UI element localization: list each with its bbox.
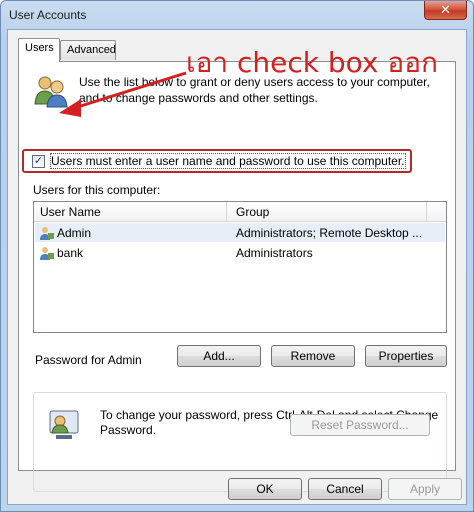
window-title: User Accounts [9,8,87,22]
password-groupbox [33,392,447,492]
tab-advanced[interactable]: Advanced [60,40,116,60]
password-icon [49,410,79,439]
annotation-text: เอา check box ออก [186,46,438,79]
column-separator[interactable] [426,202,427,222]
remove-button[interactable]: Remove [271,345,355,367]
reset-password-button[interactable]: Reset Password... [290,414,430,436]
column-separator[interactable] [226,202,227,222]
group-cell: Administrators [236,246,313,260]
require-password-checkbox[interactable]: ✓ [32,155,45,168]
user-name-cell: Admin [57,226,92,240]
cancel-button[interactable]: Cancel [308,478,382,500]
column-user-name[interactable]: User Name [40,205,101,219]
table-row[interactable]: bank Administrators [35,243,445,262]
column-group[interactable]: Group [236,205,269,219]
user-accounts-window: User Accounts ✕ Users Advanced Use the l… [0,0,474,512]
user-icon [40,247,54,260]
users-list-label: Users for this computer: [33,183,161,197]
user-name-cell: bank [57,246,84,260]
close-button[interactable]: ✕ [424,1,467,20]
arrow-icon [59,71,187,117]
listview-header: User Name Group [34,202,446,222]
users-listview[interactable]: User Name Group Admin Administrators; Re… [33,201,447,333]
add-button[interactable]: Add... [177,345,261,367]
annotation-highlight-box: ✓ Users must enter a user name and passw… [22,149,412,173]
tab-users[interactable]: Users [18,38,60,62]
group-cell: Administrators; Remote Desktop ... [236,226,423,240]
properties-button[interactable]: Properties [365,345,447,367]
ok-button[interactable]: OK [228,478,302,500]
password-group-title: Password for Admin [32,353,145,367]
apply-button[interactable]: Apply [388,478,462,500]
require-password-label-text: Users must enter a user name and passwor… [50,153,406,169]
require-password-label[interactable]: Users must enter a user name and passwor… [50,153,406,169]
user-icon [40,227,54,240]
table-row[interactable]: Admin Administrators; Remote Desktop ... [35,223,445,242]
